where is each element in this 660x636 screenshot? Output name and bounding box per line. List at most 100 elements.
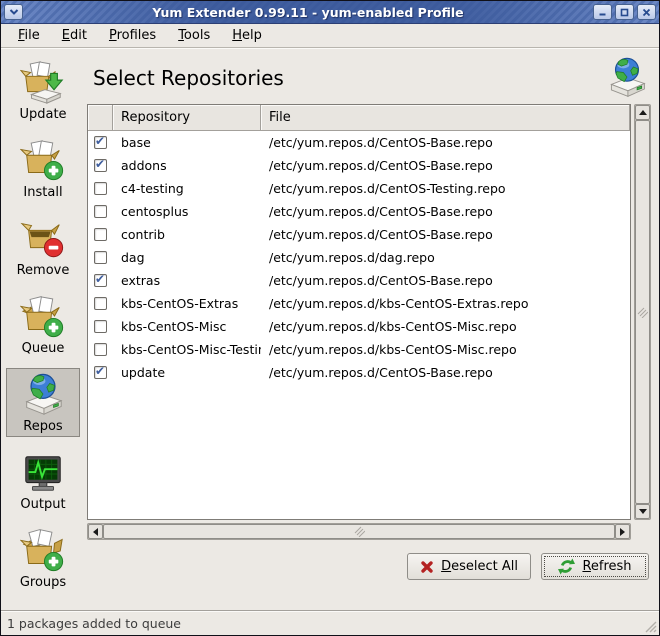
table-row[interactable]: centosplus/etc/yum.repos.d/CentOS-Base.r… [88,200,630,223]
repo-file: /etc/yum.repos.d/CentOS-Testing.repo [261,181,630,196]
repo-checkbox[interactable] [94,182,107,195]
scroll-up-button[interactable] [635,105,650,120]
repo-name: kbs-CentOS-Misc [113,319,261,334]
repo-name: kbs-CentOS-Extras [113,296,261,311]
menubar: File Edit Profiles Tools Help [1,24,659,48]
horizontal-scrollbar[interactable] [87,523,631,540]
horizontal-scrollbar-thumb[interactable] [103,524,615,539]
repo-name: contrib [113,227,261,242]
repo-file: /etc/yum.repos.d/CentOS-Base.repo [261,227,630,242]
install-box-icon [20,138,66,184]
repo-file: /etc/yum.repos.d/kbs-CentOS-Misc.repo [261,342,630,357]
repo-file: /etc/yum.repos.d/kbs-CentOS-Extras.repo [261,296,630,311]
repo-name: kbs-CentOS-Misc-Testing [113,342,261,357]
vertical-scrollbar-thumb[interactable] [635,120,650,504]
app-window: Yum Extender 0.99.11 - yum-enabled Profi… [0,0,660,636]
sidebar-item-queue[interactable]: Queue [6,290,80,359]
repo-checkbox[interactable] [94,320,107,333]
table-row[interactable]: addons/etc/yum.repos.d/CentOS-Base.repo [88,154,630,177]
table-row[interactable]: c4-testing/etc/yum.repos.d/CentOS-Testin… [88,177,630,200]
arrow-left-icon [93,528,98,536]
minimize-button[interactable] [593,4,612,20]
maximize-icon [620,8,629,17]
arrow-up-icon [639,110,647,115]
sidebar-item-label: Output [20,497,65,512]
sidebar-item-label: Queue [22,341,65,356]
menu-edit[interactable]: Edit [53,25,96,46]
repo-checkbox[interactable] [94,274,107,287]
window-title: Yum Extender 0.99.11 - yum-enabled Profi… [27,5,589,20]
table-header: Repository File [88,105,630,131]
repo-file: /etc/yum.repos.d/CentOS-Base.repo [261,158,630,173]
window-menu-button[interactable] [4,4,23,20]
resize-grip[interactable] [644,620,657,633]
deselect-all-button[interactable]: Deselect All [407,553,531,580]
repo-checkbox[interactable] [94,228,107,241]
table-row[interactable]: base/etc/yum.repos.d/CentOS-Base.repo [88,131,630,154]
repo-checkbox[interactable] [94,343,107,356]
table-row[interactable]: contrib/etc/yum.repos.d/CentOS-Base.repo [88,223,630,246]
repo-file: /etc/yum.repos.d/CentOS-Base.repo [261,204,630,219]
menu-profiles[interactable]: Profiles [100,25,165,46]
repo-checkbox[interactable] [94,159,107,172]
grip-icon [354,526,365,537]
column-header-checkbox[interactable] [88,105,113,131]
repo-file: /etc/yum.repos.d/CentOS-Base.repo [261,273,630,288]
repo-checkbox[interactable] [94,136,107,149]
menu-tools[interactable]: Tools [169,25,219,46]
vertical-scrollbar[interactable] [634,104,651,520]
repo-name: base [113,135,261,150]
maximize-button[interactable] [615,4,634,20]
sidebar-item-install[interactable]: Install [6,134,80,203]
main-content: Select Repositories Repository Fi [85,48,659,610]
table-row[interactable]: dag/etc/yum.repos.d/dag.repo [88,246,630,269]
sidebar-item-label: Remove [17,263,70,278]
sidebar-item-update[interactable]: Update [6,56,80,125]
queue-boxes-icon [20,294,66,340]
sidebar-item-label: Install [23,185,62,200]
menu-file[interactable]: File [9,25,49,46]
table-row[interactable]: kbs-CentOS-Misc-Testing/etc/yum.repos.d/… [88,338,630,361]
grip-icon [637,307,648,318]
scroll-left-button[interactable] [88,524,103,539]
repo-file: /etc/yum.repos.d/CentOS-Base.repo [261,135,630,150]
column-header-file[interactable]: File [261,105,630,131]
sidebar-item-label: Update [19,107,66,122]
table-row[interactable]: update/etc/yum.repos.d/CentOS-Base.repo [88,361,630,384]
sidebar-item-repos[interactable]: Repos [6,368,80,437]
repository-table: Repository File base/etc/yum.repos.d/Cen… [87,104,631,520]
repo-checkbox[interactable] [94,205,107,218]
close-button[interactable] [637,4,656,20]
repo-name: addons [113,158,261,173]
menu-help[interactable]: Help [223,25,271,46]
repo-name: centosplus [113,204,261,219]
refresh-button[interactable]: Refresh [541,553,649,580]
sidebar-item-remove[interactable]: Remove [6,212,80,281]
table-row[interactable]: extras/etc/yum.repos.d/CentOS-Base.repo [88,269,630,292]
sidebar-item-groups[interactable]: Groups [6,524,80,593]
sidebar-item-output[interactable]: Output [6,446,80,515]
globe-drive-icon [605,56,649,100]
sidebar-item-label: Groups [20,575,66,590]
chevron-down-icon [9,8,19,16]
repo-file: /etc/yum.repos.d/kbs-CentOS-Misc.repo [261,319,630,334]
status-text: 1 packages added to queue [7,616,181,631]
table-row[interactable]: kbs-CentOS-Misc/etc/yum.repos.d/kbs-Cent… [88,315,630,338]
red-x-icon [420,560,434,574]
repo-checkbox[interactable] [94,251,107,264]
repo-file: /etc/yum.repos.d/CentOS-Base.repo [261,365,630,380]
action-buttons: Deselect All Refresh [87,540,651,580]
scroll-down-button[interactable] [635,504,650,519]
column-header-repository[interactable]: Repository [113,105,261,131]
refresh-icon [558,558,575,575]
repo-name: dag [113,250,261,265]
repo-checkbox[interactable] [94,366,107,379]
page-title: Select Repositories [93,66,284,90]
monitor-icon [20,450,66,496]
table-row[interactable]: kbs-CentOS-Extras/etc/yum.repos.d/kbs-Ce… [88,292,630,315]
repo-name: extras [113,273,261,288]
remove-box-icon [20,216,66,262]
statusbar: 1 packages added to queue [1,610,659,635]
scroll-right-button[interactable] [615,524,630,539]
repo-checkbox[interactable] [94,297,107,310]
